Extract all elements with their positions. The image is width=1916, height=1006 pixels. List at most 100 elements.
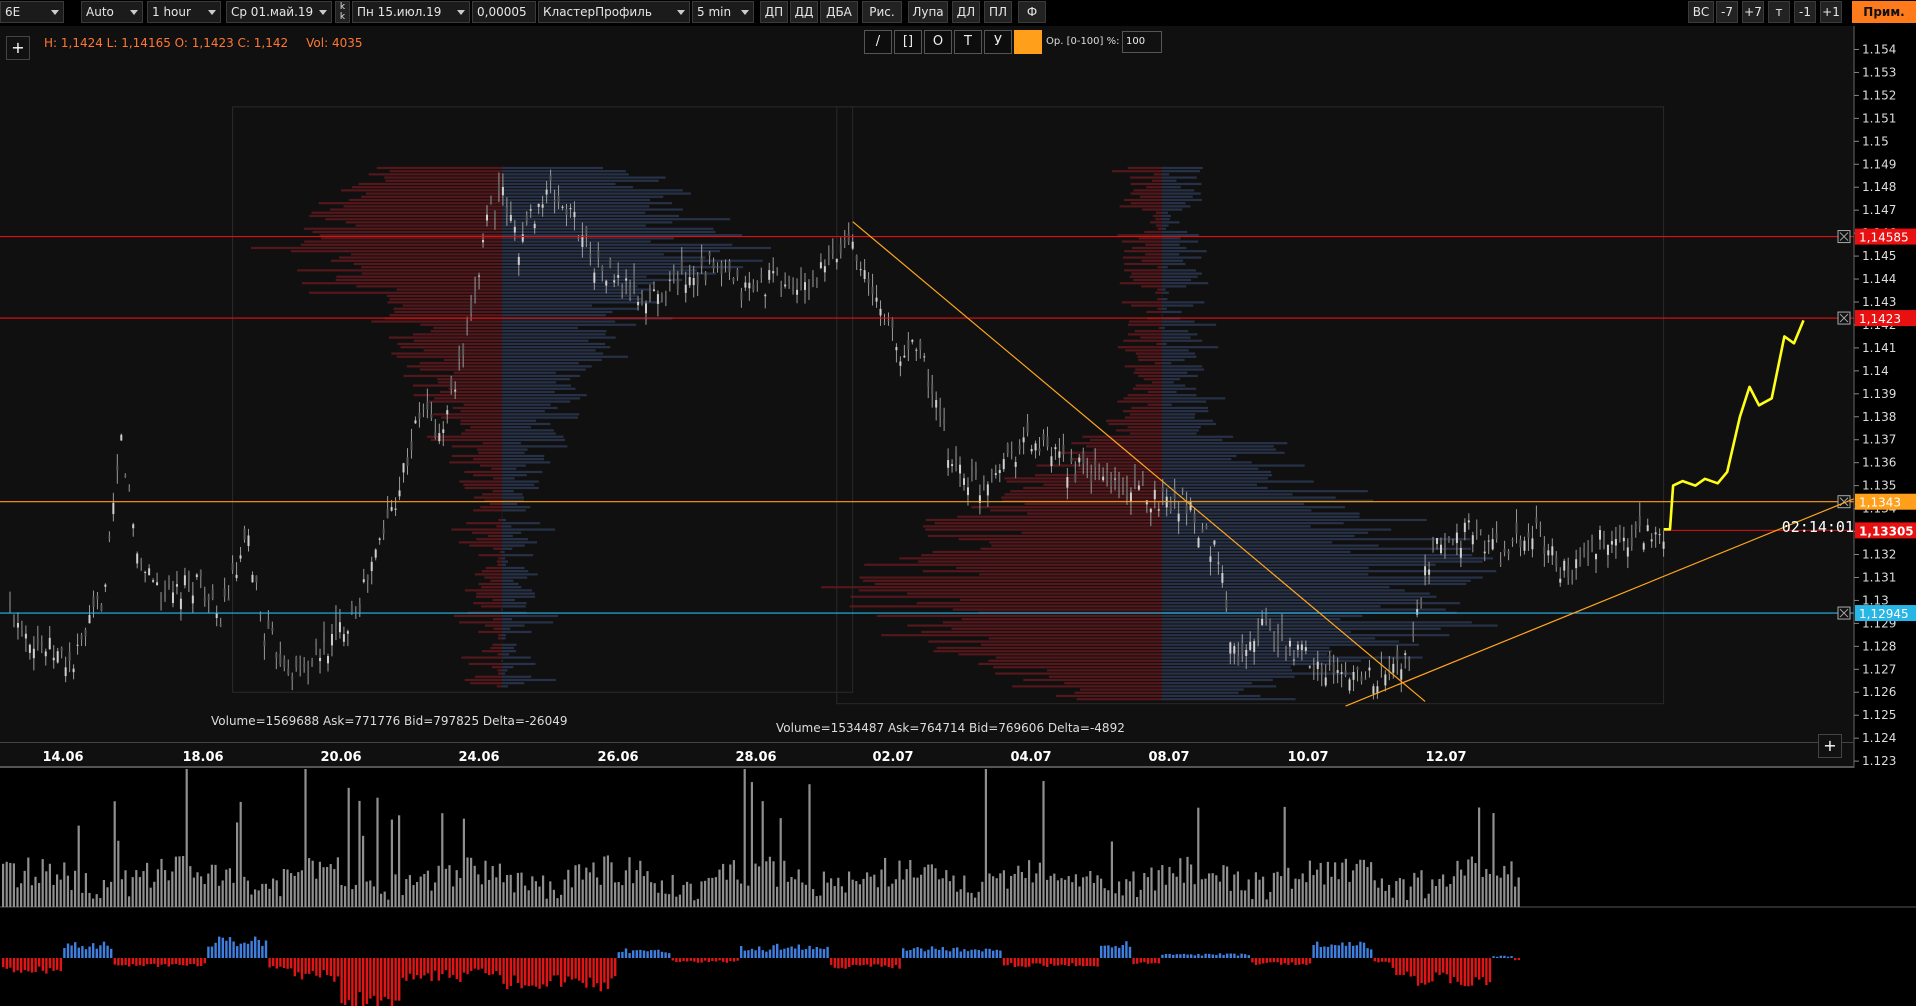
profile-ask-bar bbox=[1162, 659, 1361, 662]
delta-bar-negative bbox=[117, 958, 120, 966]
profile-ask-bar bbox=[1162, 307, 1167, 310]
volume-bar bbox=[1326, 861, 1329, 907]
line-tool-button[interactable]: / bbox=[864, 30, 892, 54]
delta-bar-negative bbox=[160, 958, 163, 965]
delta-bar-negative bbox=[362, 958, 365, 1006]
candle-body bbox=[1022, 437, 1025, 443]
profile-ask-bar bbox=[502, 483, 535, 486]
profile-bid-bar bbox=[952, 608, 1162, 611]
candle-body bbox=[175, 584, 178, 587]
delta-bar-positive bbox=[779, 949, 782, 958]
profile-bid-bar bbox=[481, 650, 502, 653]
symbol-select[interactable]: 6E bbox=[0, 1, 64, 23]
profile-bid-bar bbox=[396, 355, 502, 358]
minus1-button[interactable]: -1 bbox=[1794, 1, 1816, 23]
candle-body bbox=[1292, 659, 1295, 661]
profile-ask-bar bbox=[1162, 301, 1205, 304]
dba-button[interactable]: ДБА bbox=[820, 1, 858, 23]
delta-bar-positive bbox=[207, 946, 210, 958]
vs-button[interactable]: ВС bbox=[1688, 1, 1714, 23]
candle-body bbox=[1074, 473, 1077, 482]
volume-bar bbox=[1380, 878, 1383, 907]
prim-button[interactable]: Прим. bbox=[1852, 1, 1916, 23]
candle-body bbox=[44, 651, 47, 657]
volume-bar bbox=[646, 871, 649, 907]
delta-bar-negative bbox=[614, 958, 617, 977]
volume-bar bbox=[970, 892, 973, 907]
profile-ask-bar bbox=[502, 502, 518, 506]
volume-bar bbox=[2, 863, 5, 907]
plus1-button[interactable]: +1 bbox=[1820, 1, 1842, 23]
opacity-input[interactable]: 100 bbox=[1122, 31, 1162, 53]
profile-bid-bar bbox=[858, 589, 1162, 592]
date-to-picker[interactable]: Пн 15.июл.19 bbox=[352, 1, 470, 23]
delta-bar-negative bbox=[1082, 958, 1085, 967]
profile-bid-bar bbox=[1129, 176, 1162, 179]
profile-ask-bar bbox=[502, 381, 557, 384]
volume-bar bbox=[524, 885, 527, 907]
profile-bid-bar bbox=[489, 502, 502, 506]
ellipse-tool-button[interactable]: О bbox=[924, 30, 952, 54]
profile-ask-bar bbox=[502, 653, 510, 656]
t-button[interactable]: т bbox=[1768, 1, 1790, 23]
filter-button[interactable]: Ф bbox=[1018, 1, 1046, 23]
candle-body bbox=[740, 291, 743, 300]
volume-bar bbox=[552, 889, 555, 907]
add-icon[interactable]: + bbox=[6, 36, 30, 60]
pl-button[interactable]: ПЛ bbox=[984, 1, 1012, 23]
delta-bar-negative bbox=[1269, 958, 1272, 963]
profile-bid-bar bbox=[420, 323, 502, 326]
profile-bid-bar bbox=[989, 541, 1162, 544]
profile-bid-bar bbox=[478, 582, 502, 586]
volume-bar bbox=[300, 870, 303, 907]
profile-bid-bar bbox=[958, 538, 1162, 541]
text-tool-button[interactable]: Т bbox=[954, 30, 982, 54]
profile-bid-bar bbox=[499, 550, 502, 554]
profile-ask-bar bbox=[502, 550, 505, 554]
candle-body bbox=[255, 575, 258, 583]
profile-bid-bar bbox=[429, 400, 502, 403]
delta-bar-negative bbox=[585, 958, 588, 988]
timeframe-select[interactable]: 1 hour bbox=[147, 1, 221, 23]
dd-button[interactable]: ДД bbox=[790, 1, 818, 23]
date-from-picker[interactable]: Ср 01.май.19 bbox=[226, 1, 332, 23]
profile-ask-bar bbox=[1162, 224, 1169, 227]
u-tool-button[interactable]: У bbox=[984, 30, 1012, 54]
volume-bar bbox=[657, 892, 660, 907]
profile-ask-bar bbox=[1162, 355, 1197, 358]
profile-ask-bar bbox=[1162, 694, 1261, 698]
date-spin-button[interactable]: kk bbox=[335, 1, 350, 23]
scale-select[interactable]: Auto bbox=[81, 1, 143, 23]
profile-bid-bar bbox=[481, 570, 502, 573]
color-swatch-button[interactable] bbox=[1014, 30, 1042, 54]
volume-bar bbox=[880, 869, 883, 907]
candle-body bbox=[1543, 546, 1546, 554]
minus7-button[interactable]: -7 bbox=[1716, 1, 1738, 23]
rect-tool-button[interactable]: [] bbox=[894, 30, 922, 54]
delta-bar-negative bbox=[729, 958, 732, 962]
plus7-button[interactable]: +7 bbox=[1742, 1, 1764, 23]
add-panel-icon[interactable]: + bbox=[1818, 734, 1842, 758]
delta-bar-positive bbox=[88, 946, 91, 958]
delta-bar-positive bbox=[1510, 956, 1513, 958]
delta-bar-negative bbox=[430, 958, 433, 982]
delta-bar-positive bbox=[768, 949, 772, 958]
price-chart[interactable]: 1.1541.1531.1521.1511.151.1491.1481.1471… bbox=[0, 26, 1916, 768]
profile-bid-bar bbox=[995, 656, 1162, 659]
draw-button[interactable]: Рис. bbox=[862, 1, 902, 23]
dl-button[interactable]: ДЛ bbox=[952, 1, 980, 23]
indicator-select[interactable]: КластерПрофиль bbox=[538, 1, 690, 23]
profile-timeframe-select[interactable]: 5 min bbox=[692, 1, 754, 23]
delta-bar-negative bbox=[531, 958, 534, 986]
candle-body bbox=[1579, 560, 1582, 566]
volume-bar bbox=[99, 898, 102, 907]
dp-button[interactable]: ДП bbox=[760, 1, 788, 23]
delta-bar-positive bbox=[1492, 956, 1495, 958]
magnifier-button[interactable]: Лупа bbox=[908, 1, 948, 23]
candle-body bbox=[664, 295, 667, 299]
tick-size-input[interactable]: 0,00005 bbox=[472, 1, 536, 23]
candle-body bbox=[1511, 539, 1514, 542]
candle-body bbox=[1006, 443, 1009, 454]
volume-bar bbox=[1352, 870, 1355, 907]
volume-bar bbox=[1424, 898, 1427, 907]
